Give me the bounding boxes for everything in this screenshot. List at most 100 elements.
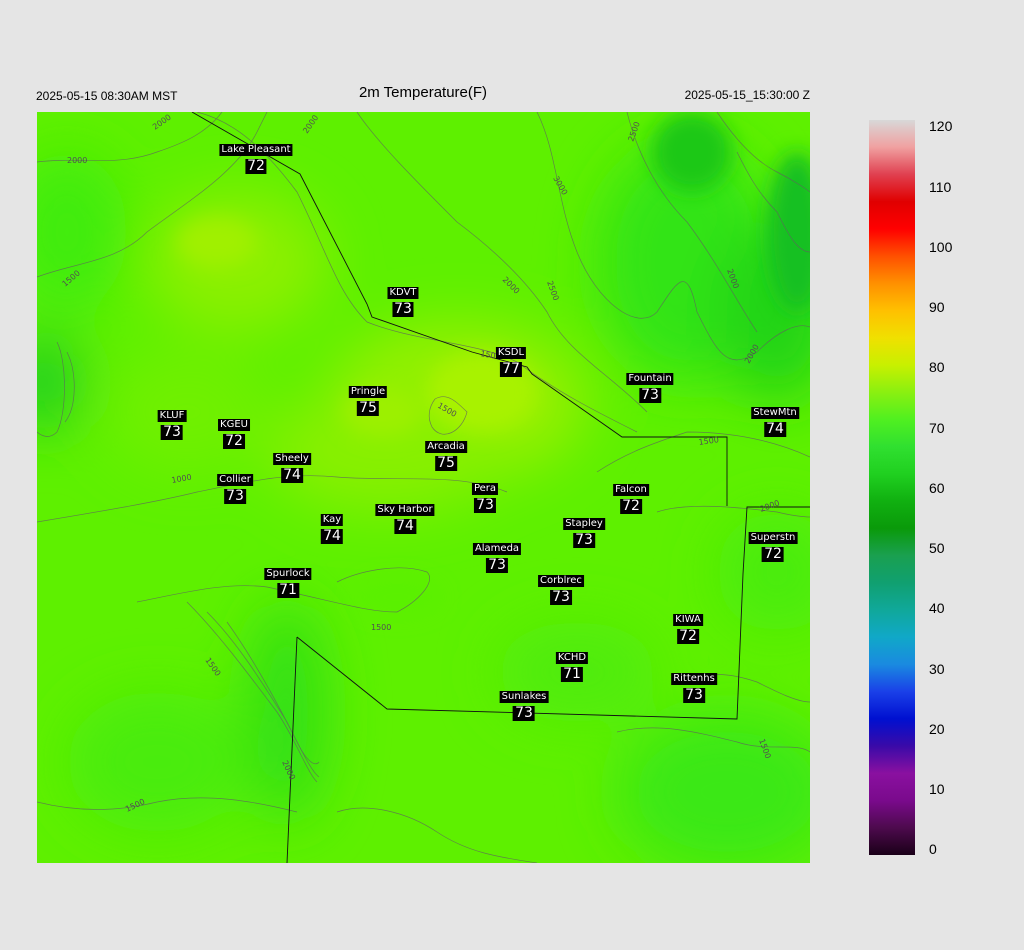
contour-label: 2000 xyxy=(759,498,781,513)
temperature-field: 2000 2000 2000 2500 2000 3000 1500 2000 … xyxy=(37,112,810,863)
colorbar-tick: 20 xyxy=(929,721,945,737)
station-superstn[interactable]: Superstn 72 xyxy=(748,527,798,562)
station-kluf[interactable]: KLUF 73 xyxy=(157,405,187,440)
station-temp: 73 xyxy=(224,488,246,504)
station-temp: 73 xyxy=(392,301,414,317)
station-arcadia[interactable]: Arcadia 75 xyxy=(425,436,467,471)
station-lake-pleasant[interactable]: Lake Pleasant 72 xyxy=(219,139,293,174)
station-name: Stapley xyxy=(563,518,605,530)
station-corblrec[interactable]: Corblrec 73 xyxy=(538,570,584,605)
station-name: Sunlakes xyxy=(499,691,549,703)
station-temp: 73 xyxy=(683,687,705,703)
valid-time-utc: 2025-05-15_15:30:00 Z xyxy=(684,88,810,102)
station-temp: 72 xyxy=(223,433,245,449)
station-name: KCHD xyxy=(555,652,589,664)
station-temp: 71 xyxy=(561,666,583,682)
station-name: Falcon xyxy=(613,484,649,496)
colorbar-tick: 120 xyxy=(929,118,953,134)
station-temp: 72 xyxy=(762,546,784,562)
colorbar-tick: 30 xyxy=(929,661,945,677)
station-ksdl[interactable]: KSDL 77 xyxy=(495,342,527,377)
colorbar-tick: 0 xyxy=(929,841,937,857)
temperature-map[interactable]: 2000 2000 2000 2500 2000 3000 1500 2000 … xyxy=(37,112,810,863)
contour-label: 2000 xyxy=(151,113,173,132)
station-collier[interactable]: Collier 73 xyxy=(217,469,253,504)
station-temp: 73 xyxy=(474,497,496,513)
station-kiwa[interactable]: KIWA 72 xyxy=(673,609,703,644)
station-name: Kay xyxy=(320,514,344,526)
station-temp: 75 xyxy=(357,400,379,416)
station-temp: 74 xyxy=(321,528,343,544)
station-temp: 74 xyxy=(394,518,416,534)
station-name: Pringle xyxy=(348,386,388,398)
station-temp: 72 xyxy=(620,498,642,514)
station-temp: 77 xyxy=(500,361,522,377)
station-temp: 73 xyxy=(550,589,572,605)
station-kgeu[interactable]: KGEU 72 xyxy=(218,414,250,449)
colorbar-tick: 100 xyxy=(929,239,953,255)
station-name: KSDL xyxy=(495,347,527,359)
colorbar-tick: 90 xyxy=(929,299,945,315)
colorbar-gradient xyxy=(869,120,915,855)
station-name: Pera xyxy=(471,483,499,495)
station-sunlakes[interactable]: Sunlakes 73 xyxy=(499,686,549,721)
station-falcon[interactable]: Falcon 72 xyxy=(613,479,649,514)
station-rittenhs[interactable]: Rittenhs 73 xyxy=(671,668,717,703)
colorbar-tick: 70 xyxy=(929,420,945,436)
station-temp: 73 xyxy=(573,532,595,548)
contour-label: 2500 xyxy=(545,280,560,302)
colorbar-tick: 80 xyxy=(929,359,945,375)
station-name: StewMtn xyxy=(751,407,799,419)
contour-label: 3000 xyxy=(551,175,569,197)
station-kchd[interactable]: KCHD 71 xyxy=(555,647,589,682)
contour-label: 2500 xyxy=(626,120,641,142)
station-name: Fountain xyxy=(626,373,674,385)
temperature-colorbar xyxy=(869,120,915,855)
colorbar-tick: 50 xyxy=(929,540,945,556)
station-alameda[interactable]: Alameda 73 xyxy=(472,538,522,573)
station-name: Alameda xyxy=(472,543,522,555)
station-temp: 74 xyxy=(764,421,786,437)
station-name: Superstn xyxy=(748,532,798,544)
station-pringle[interactable]: Pringle 75 xyxy=(348,381,388,416)
station-name: Collier xyxy=(217,474,253,486)
colorbar-tick: 60 xyxy=(929,480,945,496)
station-name: Corblrec xyxy=(538,575,584,587)
station-name: KLUF xyxy=(157,410,187,422)
contour-label: 1500 xyxy=(371,623,391,632)
station-temp: 73 xyxy=(513,705,535,721)
station-stapley[interactable]: Stapley 73 xyxy=(563,513,605,548)
station-sky-harbor[interactable]: Sky Harbor 74 xyxy=(375,499,435,534)
station-temp: 73 xyxy=(639,387,661,403)
station-spurlock[interactable]: Spurlock 71 xyxy=(264,563,312,598)
contour-label: 1000 xyxy=(171,473,193,485)
station-kay[interactable]: Kay 74 xyxy=(320,509,344,544)
station-temp: 73 xyxy=(486,557,508,573)
station-name: Arcadia xyxy=(425,441,467,453)
station-name: Lake Pleasant xyxy=(219,144,293,156)
station-sheely[interactable]: Sheely 74 xyxy=(273,448,311,483)
station-temp: 72 xyxy=(245,158,267,174)
contour-label: 1500 xyxy=(698,435,719,447)
colorbar-tick: 40 xyxy=(929,600,945,616)
station-temp: 72 xyxy=(677,628,699,644)
station-name: Rittenhs xyxy=(671,673,717,685)
contour-label: 1500 xyxy=(203,656,222,678)
contour-label: 2000 xyxy=(67,156,87,165)
station-name: KGEU xyxy=(218,419,250,431)
station-temp: 73 xyxy=(161,424,183,440)
contour-label: 2000 xyxy=(501,275,522,296)
station-name: KIWA xyxy=(673,614,703,626)
station-kdvt[interactable]: KDVT 73 xyxy=(387,282,419,317)
station-name: Spurlock xyxy=(264,568,312,580)
station-pera[interactable]: Pera 73 xyxy=(471,478,499,513)
station-temp: 71 xyxy=(277,582,299,598)
station-temp: 75 xyxy=(435,455,457,471)
station-temp: 74 xyxy=(281,467,303,483)
station-stewmtn[interactable]: StewMtn 74 xyxy=(751,402,799,437)
station-name: Sky Harbor xyxy=(375,504,435,516)
colorbar-tick: 110 xyxy=(929,179,952,195)
station-fountain[interactable]: Fountain 73 xyxy=(626,368,674,403)
colorbar-tick: 10 xyxy=(929,781,945,797)
station-name: Sheely xyxy=(273,453,311,465)
